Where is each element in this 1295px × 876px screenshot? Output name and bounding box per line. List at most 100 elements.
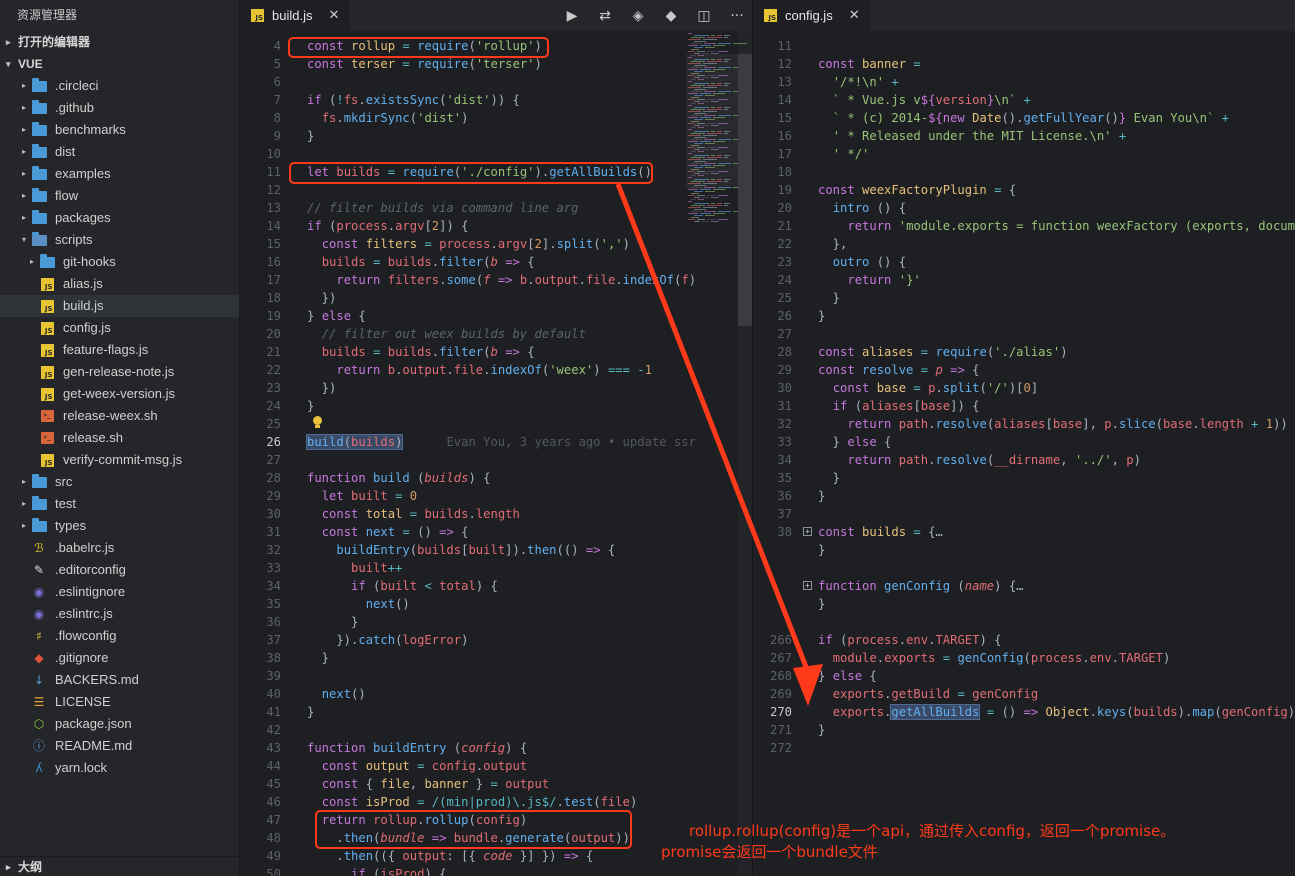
- code-line: 50 if (isProd) {: [241, 865, 752, 876]
- tree-item[interactable]: ☰ LICENSE: [0, 691, 239, 713]
- close-icon[interactable]: ✕: [849, 8, 860, 23]
- tree-item[interactable]: ✎ .editorconfig: [0, 559, 239, 581]
- line-number: 36: [266, 615, 281, 629]
- line-number: 44: [266, 759, 281, 773]
- code-text: return path.resolve(__dirname, '../', p): [847, 453, 1141, 467]
- line-number: 15: [266, 237, 281, 251]
- git-icon: ◆: [34, 651, 44, 665]
- code-text: const output = config.output: [321, 759, 528, 773]
- code-editor-config-js[interactable]: 11 12 const banner = 13 '/*!\n' +14 ` * Vue…: [754, 31, 1295, 876]
- tree-item[interactable]: ʎ yarn.lock: [0, 757, 239, 779]
- tree-item[interactable]: ▸ src: [0, 471, 239, 493]
- line-number: 14: [266, 219, 281, 233]
- tree-item[interactable]: ◉ .eslintrc.js: [0, 603, 239, 625]
- line-number: 35: [777, 471, 792, 485]
- explorer-title: 资源管理器: [17, 8, 78, 22]
- tree-item[interactable]: ▸ git-hooks: [0, 251, 239, 273]
- open-changes-icon[interactable]: ◈: [629, 8, 647, 24]
- tree-item[interactable]: ⓘ README.md: [0, 735, 239, 757]
- tree-item[interactable]: ▸ benchmarks: [0, 119, 239, 141]
- minimap[interactable]: [686, 31, 747, 231]
- code-text: const aliases = require('./alias'): [818, 345, 1068, 359]
- minimap-line: [702, 101, 709, 102]
- chevron-right-icon: ▸: [21, 103, 26, 112]
- tree-item[interactable]: ▸ test: [0, 493, 239, 515]
- git-lens-icon[interactable]: ◆: [662, 8, 680, 24]
- tree-item[interactable]: JS build.js: [0, 295, 239, 317]
- code-editor-build-js[interactable]: 4 const rollup = require('rollup') 5 const …: [241, 31, 752, 876]
- minimap-line: [688, 219, 695, 220]
- tree-item[interactable]: JS get-weex-version.js: [0, 383, 239, 405]
- tree-item[interactable]: ◉ .eslintignore: [0, 581, 239, 603]
- minimap-line: [704, 211, 716, 212]
- minimap-line: [691, 127, 696, 128]
- minimap-line: [705, 143, 715, 144]
- tab-config-js[interactable]: JS config.js ✕: [754, 0, 870, 31]
- lightbulb-icon[interactable]: [312, 416, 322, 430]
- tab-build-js[interactable]: JS build.js ✕: [241, 0, 350, 31]
- tree-item[interactable]: ▸ examples: [0, 163, 239, 185]
- tree-item[interactable]: >_ release-weex.sh: [0, 405, 239, 427]
- tree-item[interactable]: ⬡ package.json: [0, 713, 239, 735]
- project-section[interactable]: ▾ VUE: [0, 53, 239, 75]
- code-text: return rollup.rollup(config): [321, 813, 528, 827]
- minimap-line: [694, 101, 700, 102]
- fold-expand-icon[interactable]: +: [803, 527, 812, 536]
- minimap-line: [694, 71, 703, 72]
- minimap-line: [724, 131, 730, 132]
- minimap-line: [694, 59, 709, 60]
- close-icon[interactable]: ✕: [328, 8, 339, 23]
- minimap-line: [697, 51, 705, 52]
- tree-item[interactable]: ↓ BACKERS.md: [0, 669, 239, 691]
- tree-item[interactable]: >_ release.sh: [0, 427, 239, 449]
- compare-changes-icon[interactable]: ⇄: [596, 8, 614, 24]
- tree-item[interactable]: JS config.js: [0, 317, 239, 339]
- minimap-line: [705, 71, 715, 72]
- tree-item[interactable]: JS alias.js: [0, 273, 239, 295]
- split-editor-icon[interactable]: ◫: [695, 8, 713, 24]
- open-editors-section[interactable]: ▸ 打开的编辑器: [0, 31, 239, 53]
- minimap-line: [691, 187, 702, 188]
- code-line: 23 outro () {: [754, 253, 1295, 271]
- minimap-line: [702, 125, 709, 126]
- tree-item[interactable]: ▾ scripts: [0, 229, 239, 251]
- minimap-line: [691, 193, 699, 194]
- tree-item[interactable]: ℬ .babelrc.js: [0, 537, 239, 559]
- more-actions-icon[interactable]: ···: [728, 8, 746, 24]
- outline-section[interactable]: ▸ 大纲: [0, 856, 239, 876]
- minimap-line: [713, 213, 725, 214]
- minimap-line: [694, 209, 706, 210]
- tree-item[interactable]: JS feature-flags.js: [0, 339, 239, 361]
- line-number: 38: [777, 525, 792, 539]
- minimap-line: [698, 79, 704, 80]
- minimap-line: [713, 117, 725, 118]
- line-number: 11: [777, 39, 792, 53]
- tree-item[interactable]: ▸ .github: [0, 97, 239, 119]
- tree-item[interactable]: ▸ packages: [0, 207, 239, 229]
- tree-item[interactable]: ▸ .circleci: [0, 75, 239, 97]
- line-number: 30: [266, 507, 281, 521]
- minimap-line: [691, 157, 705, 158]
- tree-item[interactable]: ▸ types: [0, 515, 239, 537]
- fold-expand-icon[interactable]: +: [803, 581, 812, 590]
- code-line: 10: [241, 145, 752, 163]
- run-icon[interactable]: ▶: [563, 8, 581, 24]
- line-number: 16: [777, 129, 792, 143]
- tree-item[interactable]: ▸ dist: [0, 141, 239, 163]
- code-line: 11 let builds = require('./config').getAl…: [241, 163, 752, 181]
- minimap-line: [703, 111, 717, 112]
- tree-item[interactable]: JS verify-commit-msg.js: [0, 449, 239, 471]
- code-text: ' * Released under the MIT License.\n' +: [832, 129, 1127, 143]
- line-number: 32: [777, 417, 792, 431]
- tree-item-label: src: [55, 474, 73, 489]
- tree-item[interactable]: ◆ .gitignore: [0, 647, 239, 669]
- tree-item[interactable]: ▸ flow: [0, 185, 239, 207]
- vertical-scrollbar[interactable]: [738, 54, 752, 326]
- tree-item-label: README.md: [55, 738, 133, 753]
- minimap-line: [688, 177, 692, 178]
- code-text: exports.getBuild = genConfig: [832, 687, 1039, 701]
- tree-item[interactable]: ♯ .flowconfig: [0, 625, 239, 647]
- minimap-line: [724, 133, 728, 134]
- tree-item[interactable]: JS gen-release-note.js: [0, 361, 239, 383]
- code-line: 14 if (process.argv[2]) {: [241, 217, 752, 235]
